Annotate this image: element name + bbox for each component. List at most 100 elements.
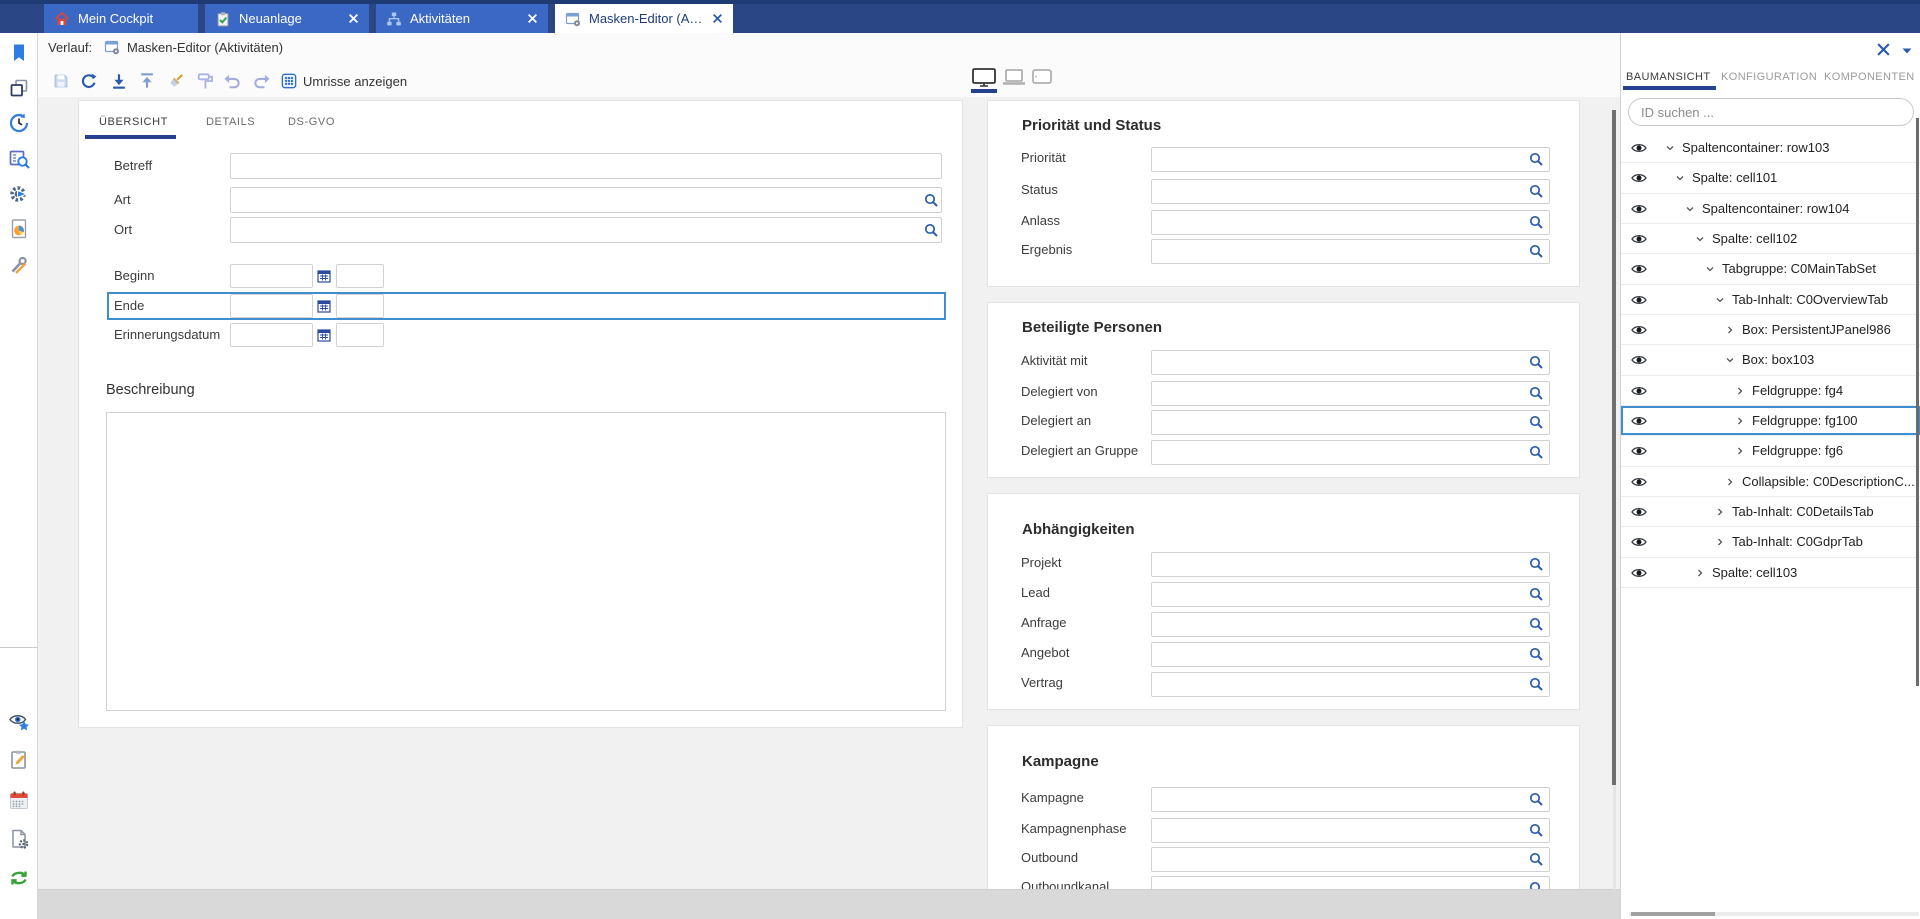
input-lead[interactable] [1151,582,1550,607]
chevron-down-icon[interactable] [1665,143,1675,153]
magnifier-icon[interactable] [1529,792,1543,806]
main-vertical-scrollbar-thumb[interactable] [1612,110,1616,785]
eye-icon[interactable] [1631,385,1647,397]
input-delegiert-an[interactable] [1151,410,1550,435]
magnifier-icon[interactable] [1529,355,1543,369]
input-betreff[interactable] [230,153,942,179]
input-aktivitaet-mit[interactable] [1151,350,1550,375]
form-tab-details[interactable]: DETAILS [192,109,272,135]
time-input-erinnerungsdatum[interactable] [336,323,384,347]
eye-icon[interactable] [1631,415,1647,427]
eye-icon[interactable] [1631,294,1647,306]
input-status[interactable] [1151,179,1550,204]
rail-tools-icon[interactable] [8,253,30,275]
import-button[interactable] [107,69,131,93]
description-textarea[interactable] [106,412,946,711]
chevron-down-icon[interactable] [1695,234,1705,244]
inspector-tab-baumansicht[interactable]: BAUMANSICHT [1626,71,1710,83]
form-tab-uebersicht[interactable]: ÜBERSICHT [85,109,176,139]
magnifier-icon[interactable] [1529,184,1543,198]
input-outbound[interactable] [1151,847,1550,872]
eye-icon[interactable] [1631,172,1647,184]
tree-row-feldgruppe-fg100[interactable]: Feldgruppe: fg100 [1621,406,1920,436]
rail-calendar-red-icon[interactable] [8,789,30,811]
magnifier-icon[interactable] [1529,152,1543,166]
magnifier-icon[interactable] [1529,445,1543,459]
input-ort[interactable] [230,217,942,243]
rail-sync-icon[interactable] [8,867,30,889]
chevron-right-icon[interactable] [1715,507,1725,517]
input-angebot[interactable] [1151,642,1550,667]
input-vertrag[interactable] [1151,672,1550,697]
magnifier-icon[interactable] [1529,852,1543,866]
tree-row-tab-inhalt-c0detailstab[interactable]: Tab-Inhalt: C0DetailsTab [1621,497,1920,527]
chevron-right-icon[interactable] [1715,537,1725,547]
magnifier-icon[interactable] [1529,823,1543,837]
history-entry[interactable]: Masken-Editor (Aktivitäten) [127,40,283,55]
date-input-erinnerungsdatum[interactable] [230,323,313,347]
magnifier-icon[interactable] [1529,617,1543,631]
app-tab-aktivitaeten[interactable]: Aktivitäten [376,4,548,33]
magnifier-icon[interactable] [1529,415,1543,429]
chevron-right-icon[interactable] [1725,477,1735,487]
magnifier-icon[interactable] [1529,215,1543,229]
magnifier-icon[interactable] [1529,386,1543,400]
input-projekt[interactable] [1151,552,1550,577]
input-anlass[interactable] [1151,210,1550,235]
paint-roller-button[interactable] [193,69,217,93]
id-search-input[interactable] [1628,98,1914,126]
rail-note-edit-icon[interactable] [8,749,30,771]
date-input-beginn[interactable] [230,264,313,288]
clean-button[interactable] [164,69,188,93]
device-tablet-button[interactable] [1029,67,1055,87]
app-tab-masken-editor-aktiv[interactable]: Masken-Editor (Aktiv... [555,4,733,33]
magnifier-icon[interactable] [1529,587,1543,601]
form-tab-ds-gvo[interactable]: DS-GVO [274,109,348,135]
rail-doc-gear-icon[interactable] [8,828,30,850]
close-icon[interactable] [1876,42,1891,57]
tree-row-box-box103[interactable]: Box: box103 [1621,345,1920,375]
outline-toggle-button[interactable] [277,69,301,93]
chevron-right-icon[interactable] [1735,386,1745,396]
tree-row-box-persistentjpanel986[interactable]: Box: PersistentJPanel986 [1621,315,1920,345]
calendar-mini-icon[interactable] [317,299,331,313]
chevron-down-icon[interactable] [1705,264,1715,274]
chevron-right-icon[interactable] [1735,416,1745,426]
app-tab-neuanlage[interactable]: Neuanlage [205,4,369,33]
tree-row-feldgruppe-fg6[interactable]: Feldgruppe: fg6 [1621,436,1920,466]
eye-icon[interactable] [1631,506,1647,518]
rail-copy-icon[interactable] [8,77,30,99]
input-ergebnis[interactable] [1151,239,1550,264]
tree-horizontal-scrollbar-thumb[interactable] [1631,912,1715,916]
eye-icon[interactable] [1631,263,1647,275]
tree-row-spaltencontainer-row104[interactable]: Spaltencontainer: row104 [1621,194,1920,224]
chevron-down-icon[interactable] [1715,295,1725,305]
chevron-down-icon[interactable] [1685,204,1695,214]
magnifier-icon[interactable] [924,193,938,207]
eye-icon[interactable] [1631,567,1647,579]
eye-icon[interactable] [1631,203,1647,215]
tree-row-tab-inhalt-c0overviewtab[interactable]: Tab-Inhalt: C0OverviewTab [1621,285,1920,315]
undo-button[interactable] [220,69,244,93]
inspector-tab-komponenten[interactable]: KOMPONENTEN [1824,71,1915,83]
app-tab-mein-cockpit[interactable]: Mein Cockpit [44,4,198,33]
inspector-tab-konfiguration[interactable]: KONFIGURATION [1721,71,1817,83]
chevron-down-icon[interactable] [1725,355,1735,365]
close-icon[interactable] [348,13,359,24]
close-icon[interactable] [712,13,723,24]
tree-row-spalte-cell101[interactable]: Spalte: cell101 [1621,163,1920,193]
redo-button[interactable] [250,69,274,93]
chevron-right-icon[interactable] [1695,568,1705,578]
tree-row-tab-inhalt-c0gdprtab[interactable]: Tab-Inhalt: C0GdprTab [1621,527,1920,557]
rail-search-panel-icon[interactable] [8,147,30,169]
magnifier-icon[interactable] [1529,647,1543,661]
tree-row-feldgruppe-fg4[interactable]: Feldgruppe: fg4 [1621,376,1920,406]
calendar-mini-icon[interactable] [317,328,331,342]
rail-history-icon[interactable] [8,112,30,134]
tree-row-collapsible-c0descriptionc[interactable]: Collapsible: C0DescriptionC... [1621,467,1920,497]
input-delegiert-von[interactable] [1151,381,1550,406]
eye-icon[interactable] [1631,476,1647,488]
eye-icon[interactable] [1631,324,1647,336]
magnifier-icon[interactable] [1529,677,1543,691]
rail-bookmark-icon[interactable] [8,42,30,64]
